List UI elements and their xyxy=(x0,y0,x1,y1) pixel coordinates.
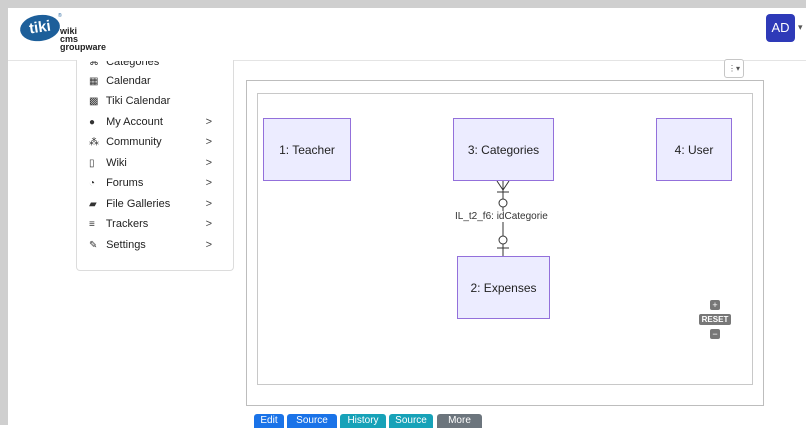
entity-user[interactable]: 4: User xyxy=(656,118,732,181)
zoom-out-icon[interactable]: − xyxy=(710,329,720,339)
history-button[interactable]: History xyxy=(340,414,386,428)
source-view-button[interactable]: Source xyxy=(389,414,433,428)
more-button[interactable]: More xyxy=(437,414,482,428)
zoom-controls: + RESET − xyxy=(699,300,731,342)
edit-button[interactable]: Edit xyxy=(254,414,284,428)
cardinality-circle xyxy=(498,198,508,208)
entity-teacher[interactable]: 1: Teacher xyxy=(263,118,351,181)
reset-zoom-button[interactable]: RESET xyxy=(699,314,731,325)
cardinality-circle xyxy=(498,235,508,245)
relationship-lines xyxy=(496,180,510,256)
zoom-in-icon[interactable]: + xyxy=(710,300,720,310)
entity-expenses[interactable]: 2: Expenses xyxy=(457,256,550,319)
source-button[interactable]: Source xyxy=(287,414,337,428)
entity-categories[interactable]: 3: Categories xyxy=(453,118,554,181)
relationship-label: IL_t2_f6: idCategorie xyxy=(455,211,548,222)
